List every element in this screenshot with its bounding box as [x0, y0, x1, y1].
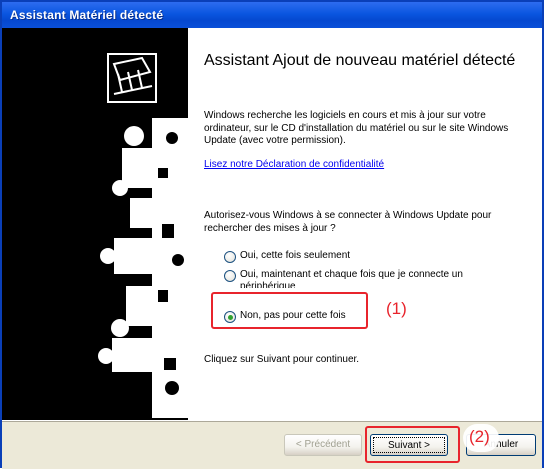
annotation-2: (2) [469, 427, 490, 446]
button-bar [2, 420, 542, 469]
continue-text: Cliquez sur Suivant pour continuer. [204, 354, 360, 365]
title-bar[interactable]: Assistant Matériel détecté [2, 2, 542, 28]
privacy-statement-link[interactable]: Lisez notre Déclaration de confidentiali… [204, 159, 384, 172]
radio-yes-once[interactable] [224, 251, 236, 263]
wizard-window: Assistant Matériel détecté Assistant Ajo… [0, 0, 544, 469]
option-yes-always[interactable]: Oui, maintenant et chaque fois que je co… [224, 269, 514, 288]
description-text: Windows recherche les logiciels en cours… [204, 110, 509, 146]
hardware-install-icon [107, 53, 157, 103]
option-yes-once-label: Oui, cette fois seulement [240, 250, 351, 261]
radio-yes-always[interactable] [224, 270, 236, 282]
wizard-content: Assistant Ajout de nouveau matériel déte… [188, 28, 542, 420]
hardware-banner-icon [2, 28, 188, 420]
option-yes-always-label: Oui, maintenant et chaque fois que je co… [240, 269, 463, 288]
wizard-heading: Assistant Ajout de nouveau matériel déte… [204, 52, 516, 69]
window-title: Assistant Matériel détecté [10, 8, 164, 22]
annotation-1: (1) [386, 299, 407, 318]
back-button[interactable]: < Précédent [284, 434, 362, 456]
highlight-option-no [211, 292, 368, 329]
update-question: Autorisez-vous Windows à se connecter à … [204, 210, 492, 234]
option-yes-once[interactable]: Oui, cette fois seulement [224, 250, 350, 263]
wizard-banner-image [2, 28, 188, 420]
highlight-next-button [365, 426, 460, 463]
